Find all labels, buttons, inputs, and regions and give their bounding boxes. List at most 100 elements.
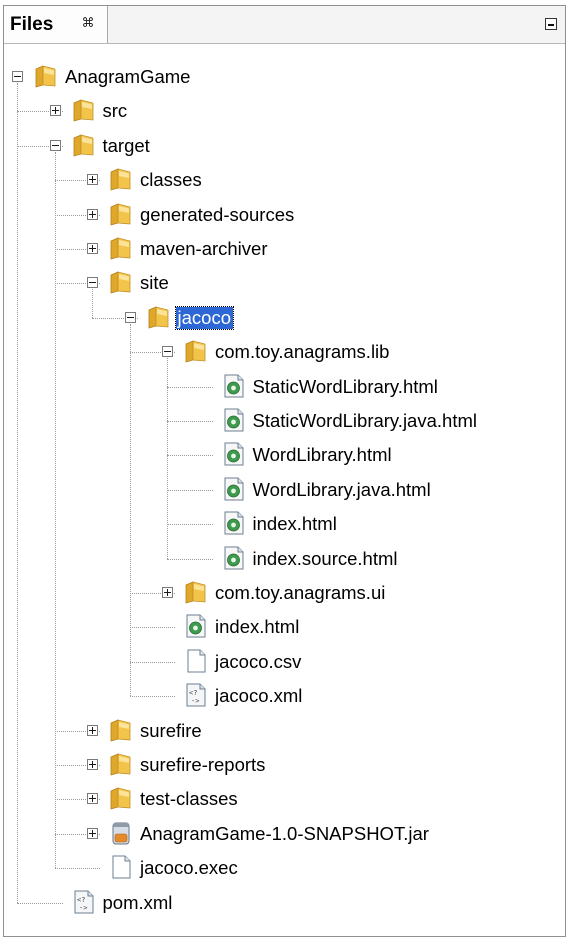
html-file-icon — [221, 407, 247, 433]
tree-node-label: src — [102, 100, 128, 122]
tree-file-node[interactable]: index.html — [4, 507, 565, 541]
xml-file-icon: <? -> — [183, 682, 209, 708]
folder-icon — [108, 235, 134, 261]
folder-icon — [33, 63, 59, 89]
tree-file-node[interactable]: StaticWordLibrary.html — [4, 370, 565, 404]
html-file-icon — [221, 545, 247, 571]
tree-node-label: surefire — [140, 719, 202, 741]
folder-icon — [183, 579, 209, 605]
tree-folder-node[interactable]: test-classes — [4, 782, 565, 816]
expand-plus-icon[interactable] — [87, 793, 98, 805]
expand-plus-icon[interactable] — [87, 243, 98, 254]
tree-node-label: target — [102, 134, 150, 156]
tree-file-node[interactable]: WordLibrary.java.html — [4, 473, 565, 507]
tree-node-label: StaticWordLibrary.java.html — [252, 410, 477, 431]
tree-node-label: index.html — [215, 616, 300, 638]
folder-icon — [71, 97, 97, 123]
tree-folder-node[interactable]: com.toy.anagrams.ui — [4, 576, 565, 610]
folder-icon — [108, 166, 134, 192]
tab-title: Files — [10, 13, 54, 35]
tree-folder-node[interactable]: src — [4, 94, 565, 128]
tree-node-label: WordLibrary.java.html — [252, 478, 431, 500]
collapse-minus-icon[interactable] — [162, 346, 173, 358]
tree-folder-node[interactable]: com.toy.anagrams.lib — [4, 335, 565, 369]
folder-icon — [108, 201, 134, 227]
tree-node-label: AnagramGame-1.0-SNAPSHOT.jar — [140, 822, 429, 844]
tree-folder-node[interactable]: surefire-reports — [4, 748, 565, 782]
tab-files[interactable]: Files ⌘ — [4, 6, 108, 43]
tree-file-node[interactable]: AnagramGame-1.0-SNAPSHOT.jar — [4, 817, 565, 851]
tree-file-node[interactable]: jacoco.exec — [4, 851, 565, 885]
folder-icon — [146, 304, 172, 330]
tree-file-node[interactable]: index.source.html — [4, 542, 565, 576]
folder-icon — [108, 269, 134, 295]
collapse-minus-icon[interactable] — [124, 311, 136, 323]
tree-node-label: StaticWordLibrary.html — [252, 375, 438, 397]
svg-text:<?: <? — [189, 689, 197, 697]
tree-node-label: test-classes — [140, 788, 238, 810]
html-file-icon — [221, 476, 247, 502]
tree-folder-node[interactable]: classes — [4, 163, 565, 197]
tree-node-label: jacoco — [174, 305, 234, 330]
folder-icon — [108, 785, 134, 811]
tree-file-node[interactable]: jacoco.csv — [4, 645, 565, 679]
expand-plus-icon[interactable] — [87, 208, 98, 220]
tree-node-label: generated-sources — [140, 203, 295, 225]
tree-node-label: surefire-reports — [140, 754, 266, 775]
text-file-icon — [183, 648, 209, 674]
tree-node-label: pom.xml — [102, 891, 173, 913]
tree-node-label: AnagramGame — [65, 66, 191, 87]
text-file-icon — [108, 854, 134, 880]
expand-plus-icon[interactable] — [87, 174, 98, 186]
folder-icon — [71, 132, 97, 158]
tree-node-label: classes — [140, 169, 202, 191]
html-file-icon — [221, 441, 247, 467]
tree-node-label: index.source.html — [252, 547, 398, 569]
expand-plus-icon[interactable] — [162, 587, 173, 598]
html-file-icon — [183, 613, 209, 639]
tree-node-label: WordLibrary.html — [252, 444, 392, 466]
tree-folder-node[interactable]: AnagramGame — [4, 60, 565, 94]
html-file-icon — [221, 373, 247, 399]
tree-file-node[interactable]: WordLibrary.html — [4, 438, 565, 472]
jar-file-icon — [108, 820, 134, 846]
close-tab-icon[interactable]: ⌘ — [78, 13, 98, 33]
tree-node-label: site — [140, 272, 169, 294]
tree-file-node[interactable]: <? -> jacoco.xml — [4, 679, 565, 713]
folder-icon — [108, 717, 134, 743]
expand-plus-icon[interactable] — [49, 105, 61, 117]
tree-file-node[interactable]: index.html — [4, 610, 565, 644]
tree-file-node[interactable]: <? -> pom.xml — [4, 886, 565, 920]
collapse-minus-icon[interactable] — [87, 277, 98, 289]
file-tree: AnagramGame src target classes generated-sou… — [4, 44, 565, 936]
svg-text:->: -> — [191, 697, 199, 705]
tree-node-label: com.toy.anagrams.lib — [215, 341, 390, 363]
files-panel: Files ⌘ AnagramGame src target classes gener… — [3, 5, 566, 937]
tree-node-label: jacoco.csv — [215, 650, 302, 672]
collapse-minus-icon[interactable] — [49, 139, 61, 151]
minimize-icon[interactable] — [545, 18, 557, 30]
folder-icon — [108, 751, 134, 777]
svg-text:<?: <? — [77, 896, 85, 904]
html-file-icon — [221, 510, 247, 536]
tree-folder-node[interactable]: generated-sources — [4, 198, 565, 232]
tree-folder-node[interactable]: surefire — [4, 714, 565, 748]
xml-file-icon: <? -> — [71, 889, 97, 915]
tree-node-label: jacoco.xml — [215, 685, 303, 707]
tree-node-label: maven-archiver — [140, 238, 268, 259]
folder-icon — [183, 338, 209, 364]
tree-file-node[interactable]: StaticWordLibrary.java.html — [4, 404, 565, 438]
tree-node-label: jacoco.exec — [140, 857, 238, 879]
svg-text:->: -> — [79, 904, 87, 912]
expand-plus-icon[interactable] — [87, 724, 98, 736]
expand-plus-icon[interactable] — [87, 759, 98, 770]
collapse-minus-icon[interactable] — [12, 71, 23, 82]
tree-node-label: com.toy.anagrams.ui — [215, 582, 386, 603]
tree-node-label: index.html — [252, 513, 337, 535]
tree-folder-node[interactable]: target — [4, 129, 565, 163]
tree-folder-node[interactable]: maven-archiver — [4, 232, 565, 266]
tree-folder-node[interactable]: jacoco — [4, 301, 565, 335]
tab-bar: Files ⌘ — [4, 6, 565, 44]
expand-plus-icon[interactable] — [87, 827, 98, 839]
tree-folder-node[interactable]: site — [4, 266, 565, 300]
